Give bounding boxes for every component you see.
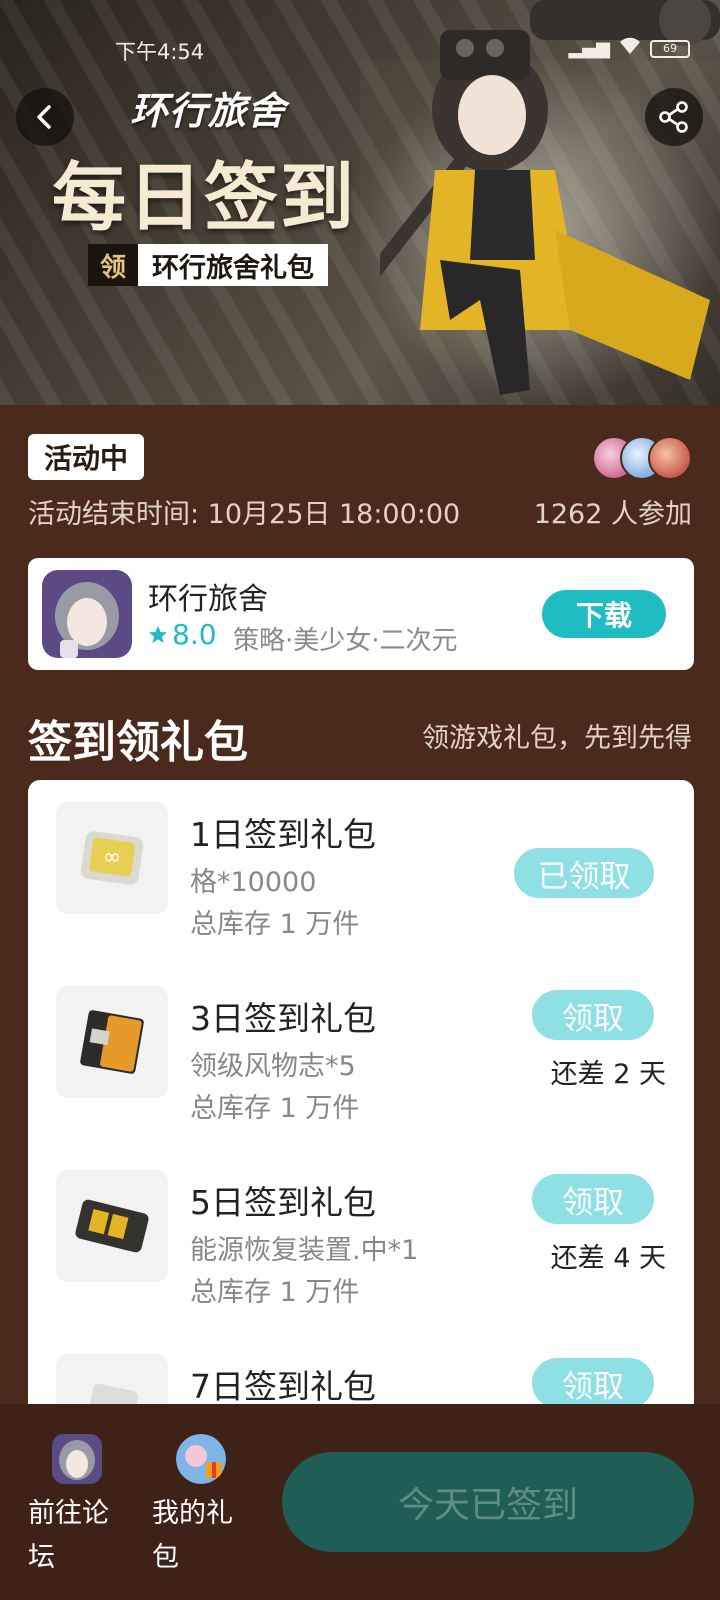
book-icon: [80, 1010, 144, 1074]
gift-content: 能源恢复装置.中*1: [190, 1235, 419, 1266]
gift-thumbnail: [56, 986, 168, 1098]
hero-tag-text: 环行旅舍礼包: [138, 244, 328, 286]
infinity-chip-icon: ∞: [80, 831, 144, 885]
participant-count: 1262 人参加: [533, 499, 692, 530]
gift-name: 3日签到礼包: [190, 999, 376, 1038]
share-icon: [659, 101, 688, 133]
signal-icon: ▂▄▆: [568, 38, 610, 59]
hero-tag-prefix: 领: [88, 244, 138, 286]
energy-device-icon: [75, 1199, 149, 1253]
claim-button[interactable]: 领取: [532, 1174, 654, 1224]
section-subtitle: 领游戏礼包，先到先得: [422, 723, 692, 754]
claim-button[interactable]: 领取: [532, 990, 654, 1040]
svg-text:∞: ∞: [103, 845, 121, 870]
status-bar-icons: ▂▄▆ 69: [568, 36, 690, 61]
wifi-icon: [618, 36, 642, 61]
forum-label: 前往论坛: [28, 1498, 109, 1573]
download-button[interactable]: 下载: [542, 590, 666, 638]
my-gifts-label: 我的礼包: [152, 1498, 233, 1573]
back-icon: [37, 105, 51, 129]
participant-avatars[interactable]: [592, 436, 692, 482]
gift-content: 格*10000: [190, 867, 317, 898]
gift-thumbnail: ∞: [56, 802, 168, 914]
days-remaining: 还差 2 天: [550, 1059, 666, 1090]
hero-banner: 下午4:54 ▂▄▆ 69 环行旅舍 每日签到 领 环行旅舍礼包: [0, 0, 720, 405]
hero-title: 每日签到: [52, 155, 356, 241]
gift-stock: 总库存 1 万件: [190, 1277, 360, 1308]
days-remaining: 还差 4 天: [550, 1243, 666, 1274]
gift-name: 7日签到礼包: [190, 1367, 376, 1406]
list-item: 3日签到礼包 领级风物志*5 总库存 1 万件 领取 还差 2 天: [28, 964, 694, 1124]
gift-name: 5日签到礼包: [190, 1183, 376, 1222]
gift-name: 1日签到礼包: [190, 815, 376, 854]
gift-list: ∞ 1日签到礼包 格*10000 总库存 1 万件 已领取 3日签到礼包 领级风…: [28, 780, 694, 1420]
event-status-badge: 活动中: [28, 434, 145, 480]
battery-icon: 69: [650, 39, 690, 58]
game-name: 环行旅舍: [148, 582, 268, 617]
gift-thumbnail: [56, 1170, 168, 1282]
checkin-button[interactable]: 今天已签到: [282, 1452, 694, 1552]
status-bar-time: 下午4:54: [115, 40, 205, 64]
claim-button[interactable]: 领取: [532, 1358, 654, 1408]
hero-game-logo: 环行旅舍: [130, 89, 287, 133]
event-end-time: 活动结束时间: 10月25日 18:00:00: [28, 499, 461, 530]
forum-icon: [52, 1434, 102, 1484]
avatar: [648, 436, 692, 480]
hero-tag: 领 环行旅舍礼包: [88, 244, 328, 286]
game-rating: 8.0: [148, 618, 217, 651]
gift-stock: 总库存 1 万件: [190, 909, 360, 940]
game-app-icon: [42, 570, 132, 658]
list-item: ∞ 1日签到礼包 格*10000 总库存 1 万件 已领取: [28, 780, 694, 940]
star-icon: [149, 625, 167, 643]
section-title: 签到领礼包: [28, 717, 248, 768]
gift-content: 领级风物志*5: [190, 1051, 356, 1082]
gift-stock: 总库存 1 万件: [190, 1093, 360, 1124]
bottom-action-bar: 前往论坛 我的礼包 今天已签到: [0, 1404, 720, 1600]
game-info-card[interactable]: 环行旅舍 8.0 策略·美少女·二次元 下载: [28, 558, 694, 670]
list-item: 5日签到礼包 能源恢复装置.中*1 总库存 1 万件 领取 还差 4 天: [28, 1148, 694, 1308]
claimed-button[interactable]: 已领取: [514, 848, 654, 898]
game-rating-value: 8.0: [172, 618, 217, 651]
gift-box-icon: [176, 1434, 226, 1484]
forum-link[interactable]: 前往论坛: [28, 1434, 128, 1580]
game-tags: 策略·美少女·二次元: [233, 626, 458, 656]
share-button[interactable]: [645, 88, 703, 146]
my-gifts-link[interactable]: 我的礼包: [152, 1434, 252, 1580]
